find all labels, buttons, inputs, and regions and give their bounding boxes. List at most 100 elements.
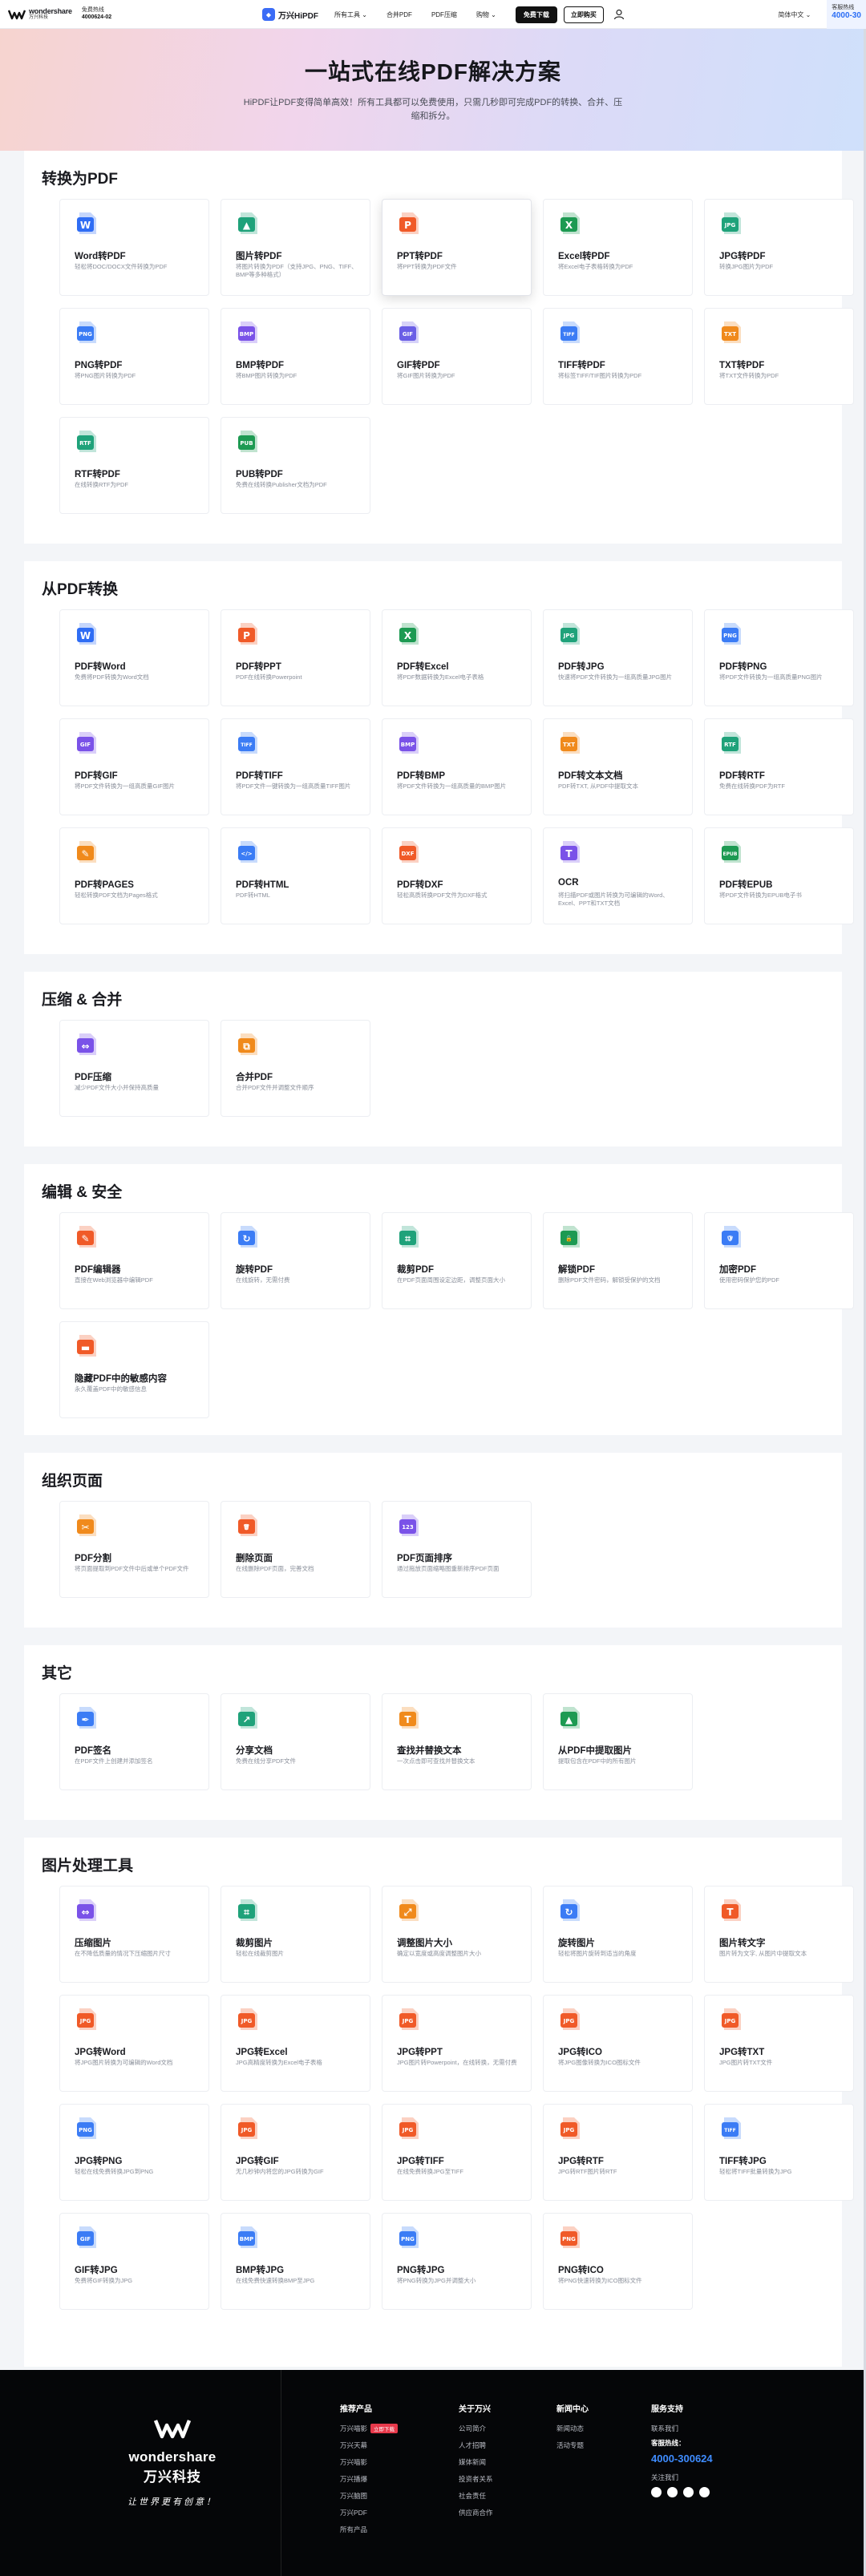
hipdf-brand[interactable]: ◆ 万兴HiPDF	[262, 8, 318, 21]
tool-card[interactable]: PUB PUB转PDF 免费在线转换Publisher文档为PDF	[221, 417, 370, 514]
wechat-icon[interactable]	[651, 2487, 662, 2497]
tool-card[interactable]: T 图片转文字 图片转为文字, 从图片中提取文本	[704, 1886, 854, 1983]
tool-card[interactable]: X PDF转Excel 将PDF数据转换为Excel电子表格	[382, 609, 532, 706]
tool-card[interactable]: ⌗ 裁剪PDF 在PDF页面周围设定边距，调整页面大小	[382, 1212, 532, 1309]
tool-card[interactable]: TIFF PDF转TIFF 将PDF文件一键转换为一组高质量TIFF图片	[221, 718, 370, 815]
tool-card[interactable]: ▲ 图片转PDF 将图片转换为PDF（支持JPG、PNG、TIFF、BMP等多种格式…	[221, 199, 370, 296]
tool-card[interactable]: PNG PNG转JPG 将PNG转换为JPG并调整大小	[382, 2213, 532, 2310]
tool-card[interactable]: PNG PNG转ICO 将PNG快速转换为ICO图标文件	[543, 2213, 693, 2310]
tool-card[interactable]: BMP BMP转PDF 将BMP图片转换为PDF	[221, 308, 370, 405]
tool-card[interactable]: TXT TXT转PDF 将TXT文件转换为PDF	[704, 308, 854, 405]
nav-shop[interactable]: 购物 ⌄	[476, 10, 496, 19]
language-selector[interactable]: 简体中文 ⌄	[778, 10, 811, 19]
tool-card[interactable]: 🗑 删除页面 在线删除PDF页面，完善文档	[221, 1501, 370, 1598]
free-download-button[interactable]: 免费下载	[515, 6, 557, 23]
tool-card[interactable]: ⇔ 压缩图片 在不降低质量的情况下压缩图片尺寸	[59, 1886, 209, 1983]
tool-card[interactable]: P PDF转PPT PDF在线转换Powerpoint	[221, 609, 370, 706]
tool-card[interactable]: ↻ 旋转图片 轻松将图片旋转到适当的角度	[543, 1886, 693, 1983]
tool-card[interactable]: ✎ PDF编辑器 直接在Web浏览器中编辑PDF	[59, 1212, 209, 1309]
tool-card[interactable]: ↗ 分享文档 免费在线分享PDF文件	[221, 1693, 370, 1790]
buy-now-button[interactable]: 立即购买	[563, 6, 604, 23]
tool-card[interactable]: GIF GIF转PDF 将GIF图片转换为PDF	[382, 308, 532, 405]
tool-card[interactable]: JPG JPG转RTF JPG转RTF图片转RTF	[543, 2104, 693, 2201]
tool-card[interactable]: 🛡 加密PDF 使用密码保护您的PDF	[704, 1212, 854, 1309]
tool-card-description: 将扫描PDF或图片转换为可编辑的Word、Excel、PPT和TXT文档	[558, 892, 669, 907]
tool-card[interactable]: ✒ PDF签名 在PDF文件上创建并添加签名	[59, 1693, 209, 1790]
tool-card[interactable]: ▲ 从PDF中提取图片 提取包含在PDF中的所有图片	[543, 1693, 693, 1790]
nav-merge-pdf[interactable]: 合并PDF	[386, 10, 412, 19]
tool-card[interactable]: TIFF TIFF转JPG 轻松将TIFF批量转换为JPG	[704, 2104, 854, 2201]
footer-link[interactable]: 活动专题	[556, 2441, 589, 2450]
tool-card[interactable]: PNG PNG转PDF 将PNG图片转换为PDF	[59, 308, 209, 405]
tool-card[interactable]: ⇔ PDF压缩 减少PDF文件大小并保持高质量	[59, 1020, 209, 1117]
tool-card[interactable]: PNG PDF转PNG 将PDF文件转换为一组高质量PNG图片	[704, 609, 854, 706]
tool-card[interactable]: ▬ 隐藏PDF中的敏感内容 永久覆盖PDF中的敏感信息	[59, 1321, 209, 1418]
tool-card[interactable]: JPG JPG转TIFF 在线免费转换JPG至TIFF	[382, 2104, 532, 2201]
footer-link[interactable]: 媒体新闻	[459, 2457, 493, 2467]
nav-compress-pdf[interactable]: PDF压缩	[431, 10, 457, 19]
tool-card-title: PDF转PNG	[719, 662, 767, 672]
tool-card[interactable]: PNG JPG转PNG 轻松在线免费转换JPG到PNG	[59, 2104, 209, 2201]
tool-card[interactable]: EPUB PDF转EPUB 将PDF文件转换为EPUB电子书	[704, 827, 854, 924]
footer-link[interactable]: 人才招聘	[459, 2441, 493, 2450]
tool-card[interactable]: JPG JPG转PPT JPG图片转Powerpoint，在线转换，无需付费	[382, 1995, 532, 2092]
tool-card[interactable]: JPG JPG转ICO 将JPG图像转换为ICO图标文件	[543, 1995, 693, 2092]
svg-text:X: X	[565, 220, 573, 231]
footer-link[interactable]: 公司简介	[459, 2424, 493, 2433]
tool-card[interactable]: JPG PDF转JPG 快速将PDF文件转换为一组高质量JPG图片	[543, 609, 693, 706]
tool-card[interactable]: P PPT转PDF 将PPT转换为PDF文件	[382, 199, 532, 296]
tool-card[interactable]: T OCR 将扫描PDF或图片转换为可编辑的Word、Excel、PPT和TXT文档	[543, 827, 693, 924]
tool-card[interactable]: TIFF TIFF转PDF 将标签TIFF/TIF图片转换为PDF	[543, 308, 693, 405]
footer-link[interactable]: 万兴脑图	[340, 2491, 398, 2501]
tool-card[interactable]: JPG JPG转Excel JPG高精度转换为Excel电子表格	[221, 1995, 370, 2092]
tool-card[interactable]: JPG JPG转GIF 无几秒钟内将您的JPG转换为GIF	[221, 2104, 370, 2201]
nav-all-tools[interactable]: 所有工具 ⌄	[334, 10, 367, 19]
tool-card[interactable]: TXT PDF转文本文档 PDF转TXT, 从PDF中提取文本	[543, 718, 693, 815]
tool-card[interactable]: ↻ 旋转PDF 在线旋转，无需付费	[221, 1212, 370, 1309]
tool-card[interactable]: RTF RTF转PDF 在线转换RTF为PDF	[59, 417, 209, 514]
tool-card[interactable]: GIF PDF转GIF 将PDF文件转换为一组高质量GIF图片	[59, 718, 209, 815]
footer-link[interactable]: 万兴喵影 立即下载	[340, 2424, 399, 2433]
find-replace-icon: T	[397, 1705, 423, 1731]
tool-card[interactable]: 🔓 解锁PDF 删除PDF文件密码，解锁受保护的文档	[543, 1212, 693, 1309]
tool-card[interactable]: ✎ PDF转PAGES 轻松转换PDF文档为Pages格式	[59, 827, 209, 924]
weibo-icon[interactable]	[667, 2487, 678, 2497]
footer-link[interactable]: 万兴天幕	[340, 2441, 398, 2450]
tool-card[interactable]: ✂ PDF分割 将页面提取到PDF文件中后或单个PDF文件	[59, 1501, 209, 1598]
tool-card[interactable]: GIF GIF转JPG 免费将GIF转换为JPG	[59, 2213, 209, 2310]
footer-link[interactable]: 万兴播爆	[340, 2474, 398, 2484]
user-account-icon[interactable]	[613, 9, 625, 20]
tool-card[interactable]: X Excel转PDF 将Excel电子表格转换为PDF	[543, 199, 693, 296]
tool-card[interactable]: DXF PDF转DXF 轻松高质转换PDF文件为DXF格式	[382, 827, 532, 924]
tool-card[interactable]: 123 PDF页面排序 通过拖放页面缩略图重新排序PDF页面	[382, 1501, 532, 1598]
bilibili-icon[interactable]	[699, 2487, 710, 2497]
footer-link[interactable]: 社会责任	[459, 2491, 493, 2501]
footer-link[interactable]: 万兴喵影	[340, 2457, 398, 2467]
wondershare-logo[interactable]: wondershare 万兴科技	[8, 8, 72, 20]
tool-card[interactable]: W Word转PDF 轻松将DOC/DOCX文件转换为PDF	[59, 199, 209, 296]
contact-us-link[interactable]: 联系我们	[651, 2424, 713, 2433]
tool-card-title: PUB转PDF	[236, 470, 283, 479]
footer-link[interactable]: 万兴PDF	[340, 2508, 398, 2517]
rotate-icon: ↻	[236, 1224, 261, 1250]
tool-card[interactable]: BMP BMP转JPG 在线免费快速转换BMP至JPG	[221, 2213, 370, 2310]
tool-card[interactable]: W PDF转Word 免费将PDF转换为Word文档	[59, 609, 209, 706]
tool-card[interactable]: JPG JPG转PDF 转换JPG图片为PDF	[704, 199, 854, 296]
footer-link[interactable]: 所有产品	[340, 2525, 398, 2534]
tool-card[interactable]: </> PDF转HTML PDF转HTML	[221, 827, 370, 924]
tool-card[interactable]: RTF PDF转RTF 免费在线转换PDF为RTF	[704, 718, 854, 815]
tool-card[interactable]: JPG JPG转TXT JPG图片转TXT文件	[704, 1995, 854, 2092]
tiktok-icon[interactable]	[683, 2487, 694, 2497]
footer-link[interactable]: 供应商合作	[459, 2508, 493, 2517]
tool-card-description: 删除PDF文件密码，解锁受保护的文档	[558, 1276, 661, 1284]
unlock-icon: 🔓	[558, 1224, 584, 1250]
footer-link[interactable]: 投资者关系	[459, 2474, 493, 2484]
tool-card[interactable]: ⤢ 调整图片大小 确定以宽度或高度调整图片大小	[382, 1886, 532, 1983]
tool-card[interactable]: BMP PDF转BMP 将PDF文件转换为一组高质量的BMP图片	[382, 718, 532, 815]
lock-icon: 🛡	[719, 1224, 745, 1250]
footer-link[interactable]: 新闻动态	[556, 2424, 589, 2433]
tool-card[interactable]: T 查找并替换文本 一次点击即可查找并替换文本	[382, 1693, 532, 1790]
tool-card[interactable]: JPG JPG转Word 将JPG图片转换为可编辑的Word文档	[59, 1995, 209, 2092]
tool-card[interactable]: ⧉ 合并PDF 合并PDF文件并调整文件顺序	[221, 1020, 370, 1117]
tool-card[interactable]: ⌗ 裁剪图片 轻松在线裁剪图片	[221, 1886, 370, 1983]
